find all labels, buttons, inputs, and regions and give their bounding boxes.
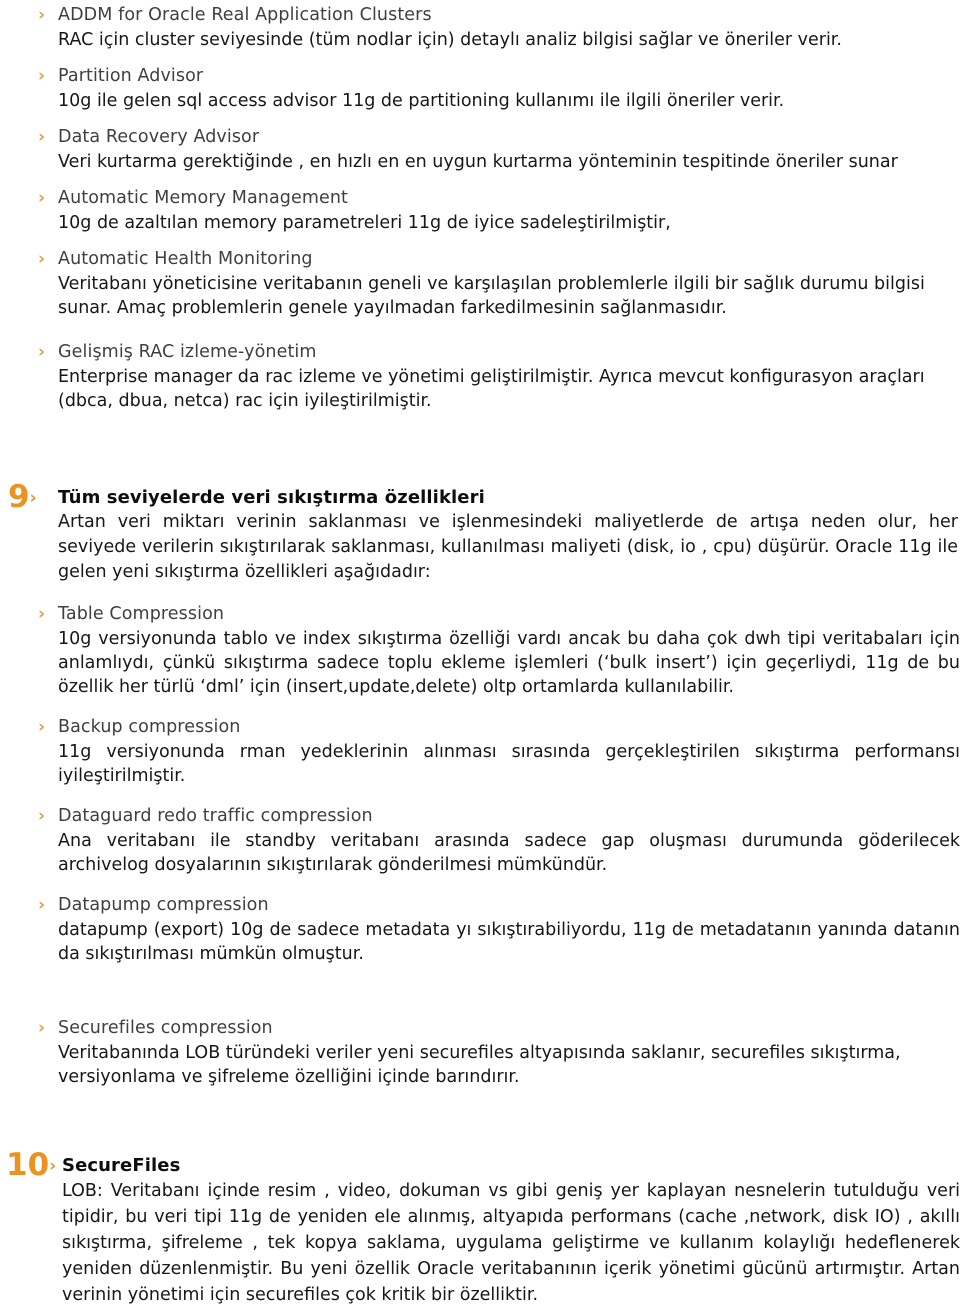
list-item: › Partition Advisor 10g ile gelen sql ac… xyxy=(0,65,960,113)
list-item-heading: Partition Advisor xyxy=(58,66,204,86)
numbered-section-9: 9› Tüm seviyelerde veri sıkıştırma özell… xyxy=(0,480,960,585)
list-item-heading: Table Compression xyxy=(58,604,225,624)
list-item-body: Ana veritabanı ile standby veritabanı ar… xyxy=(58,831,960,875)
list-item-heading: Data Recovery Advisor xyxy=(58,127,260,147)
list-item-body: datapump (export) 10g de sadece metadata… xyxy=(58,920,960,964)
chevron-right-icon: › xyxy=(49,1156,57,1176)
list-item-heading: ADDM for Oracle Real Application Cluster… xyxy=(58,5,432,25)
chevron-right-icon: › xyxy=(38,127,46,147)
list-item: › Datapump compression datapump (export)… xyxy=(0,894,960,966)
list-item-heading: Securefiles compression xyxy=(58,1018,273,1038)
chevron-right-icon: › xyxy=(38,604,46,624)
chevron-right-icon: › xyxy=(38,717,46,737)
list-item: › ADDM for Oracle Real Application Clust… xyxy=(0,4,960,52)
chevron-right-icon: › xyxy=(38,249,46,269)
list-item-body: Veritabanında LOB türündeki veriler yeni… xyxy=(58,1043,901,1087)
list-item-body: 10g de azaltılan memory parametreleri 11… xyxy=(58,213,671,233)
section-heading: Tüm seviyelerde veri sıkıştırma özellikl… xyxy=(58,487,485,508)
list-item: › Automatic Health Monitoring Veritabanı… xyxy=(0,248,960,320)
list-item-heading: Dataguard redo traffic compression xyxy=(58,806,373,826)
numbered-section-10: 10› SecureFiles LOB: Veritabanı içinde r… xyxy=(0,1148,960,1308)
list-item-body: Enterprise manager da rac izleme ve yöne… xyxy=(58,367,925,411)
chevron-right-icon: › xyxy=(38,895,46,915)
chevron-right-icon: › xyxy=(29,488,37,508)
section-number: 9 xyxy=(8,479,30,515)
list-item: › Dataguard redo traffic compression Ana… xyxy=(0,805,960,877)
list-item: › Gelişmiş RAC izleme-yönetim Enterprise… xyxy=(0,341,960,413)
list-item-heading: Backup compression xyxy=(58,717,241,737)
list-item-body: 10g versiyonunda tablo ve index sıkıştır… xyxy=(58,629,960,697)
list-item: › Data Recovery Advisor Veri kurtarma ge… xyxy=(0,126,960,174)
section-heading: SecureFiles xyxy=(62,1155,181,1176)
section-number: 10 xyxy=(6,1147,50,1183)
section-body: LOB: Veritabanı içinde resim , video, do… xyxy=(62,1181,960,1305)
list-item: › Table Compression 10g versiyonunda tab… xyxy=(0,603,960,699)
section-number-marker: 9› xyxy=(8,480,37,515)
list-item-body: RAC için cluster seviyesinde (tüm nodlar… xyxy=(58,30,842,50)
section-body: Artan veri miktarı verinin saklanması ve… xyxy=(58,512,958,582)
chevron-right-icon: › xyxy=(38,1018,46,1038)
list-item-body: Veritabanı yöneticisine veritabanın gene… xyxy=(58,274,925,318)
section-number-marker: 10› xyxy=(6,1148,56,1183)
list-item: › Backup compression 11g versiyonunda rm… xyxy=(0,716,960,788)
list-item-body: 11g versiyonunda rman yedeklerinin alınm… xyxy=(58,742,960,786)
list-item-heading: Automatic Memory Management xyxy=(58,188,349,208)
chevron-right-icon: › xyxy=(38,66,46,86)
document-page: › ADDM for Oracle Real Application Clust… xyxy=(0,0,960,1305)
list-item-body: 10g ile gelen sql access advisor 11g de … xyxy=(58,91,785,111)
list-item-body: Veri kurtarma gerektiğinde , en hızlı en… xyxy=(58,152,898,172)
chevron-right-icon: › xyxy=(38,188,46,208)
list-item: › Automatic Memory Management 10g de aza… xyxy=(0,187,960,235)
list-item-heading: Automatic Health Monitoring xyxy=(58,249,313,269)
list-item: › Securefiles compression Veritabanında … xyxy=(0,1017,960,1089)
chevron-right-icon: › xyxy=(38,342,46,362)
chevron-right-icon: › xyxy=(38,806,46,826)
chevron-right-icon: › xyxy=(38,5,46,25)
list-item-heading: Gelişmiş RAC izleme-yönetim xyxy=(58,342,317,362)
list-item-heading: Datapump compression xyxy=(58,895,269,915)
